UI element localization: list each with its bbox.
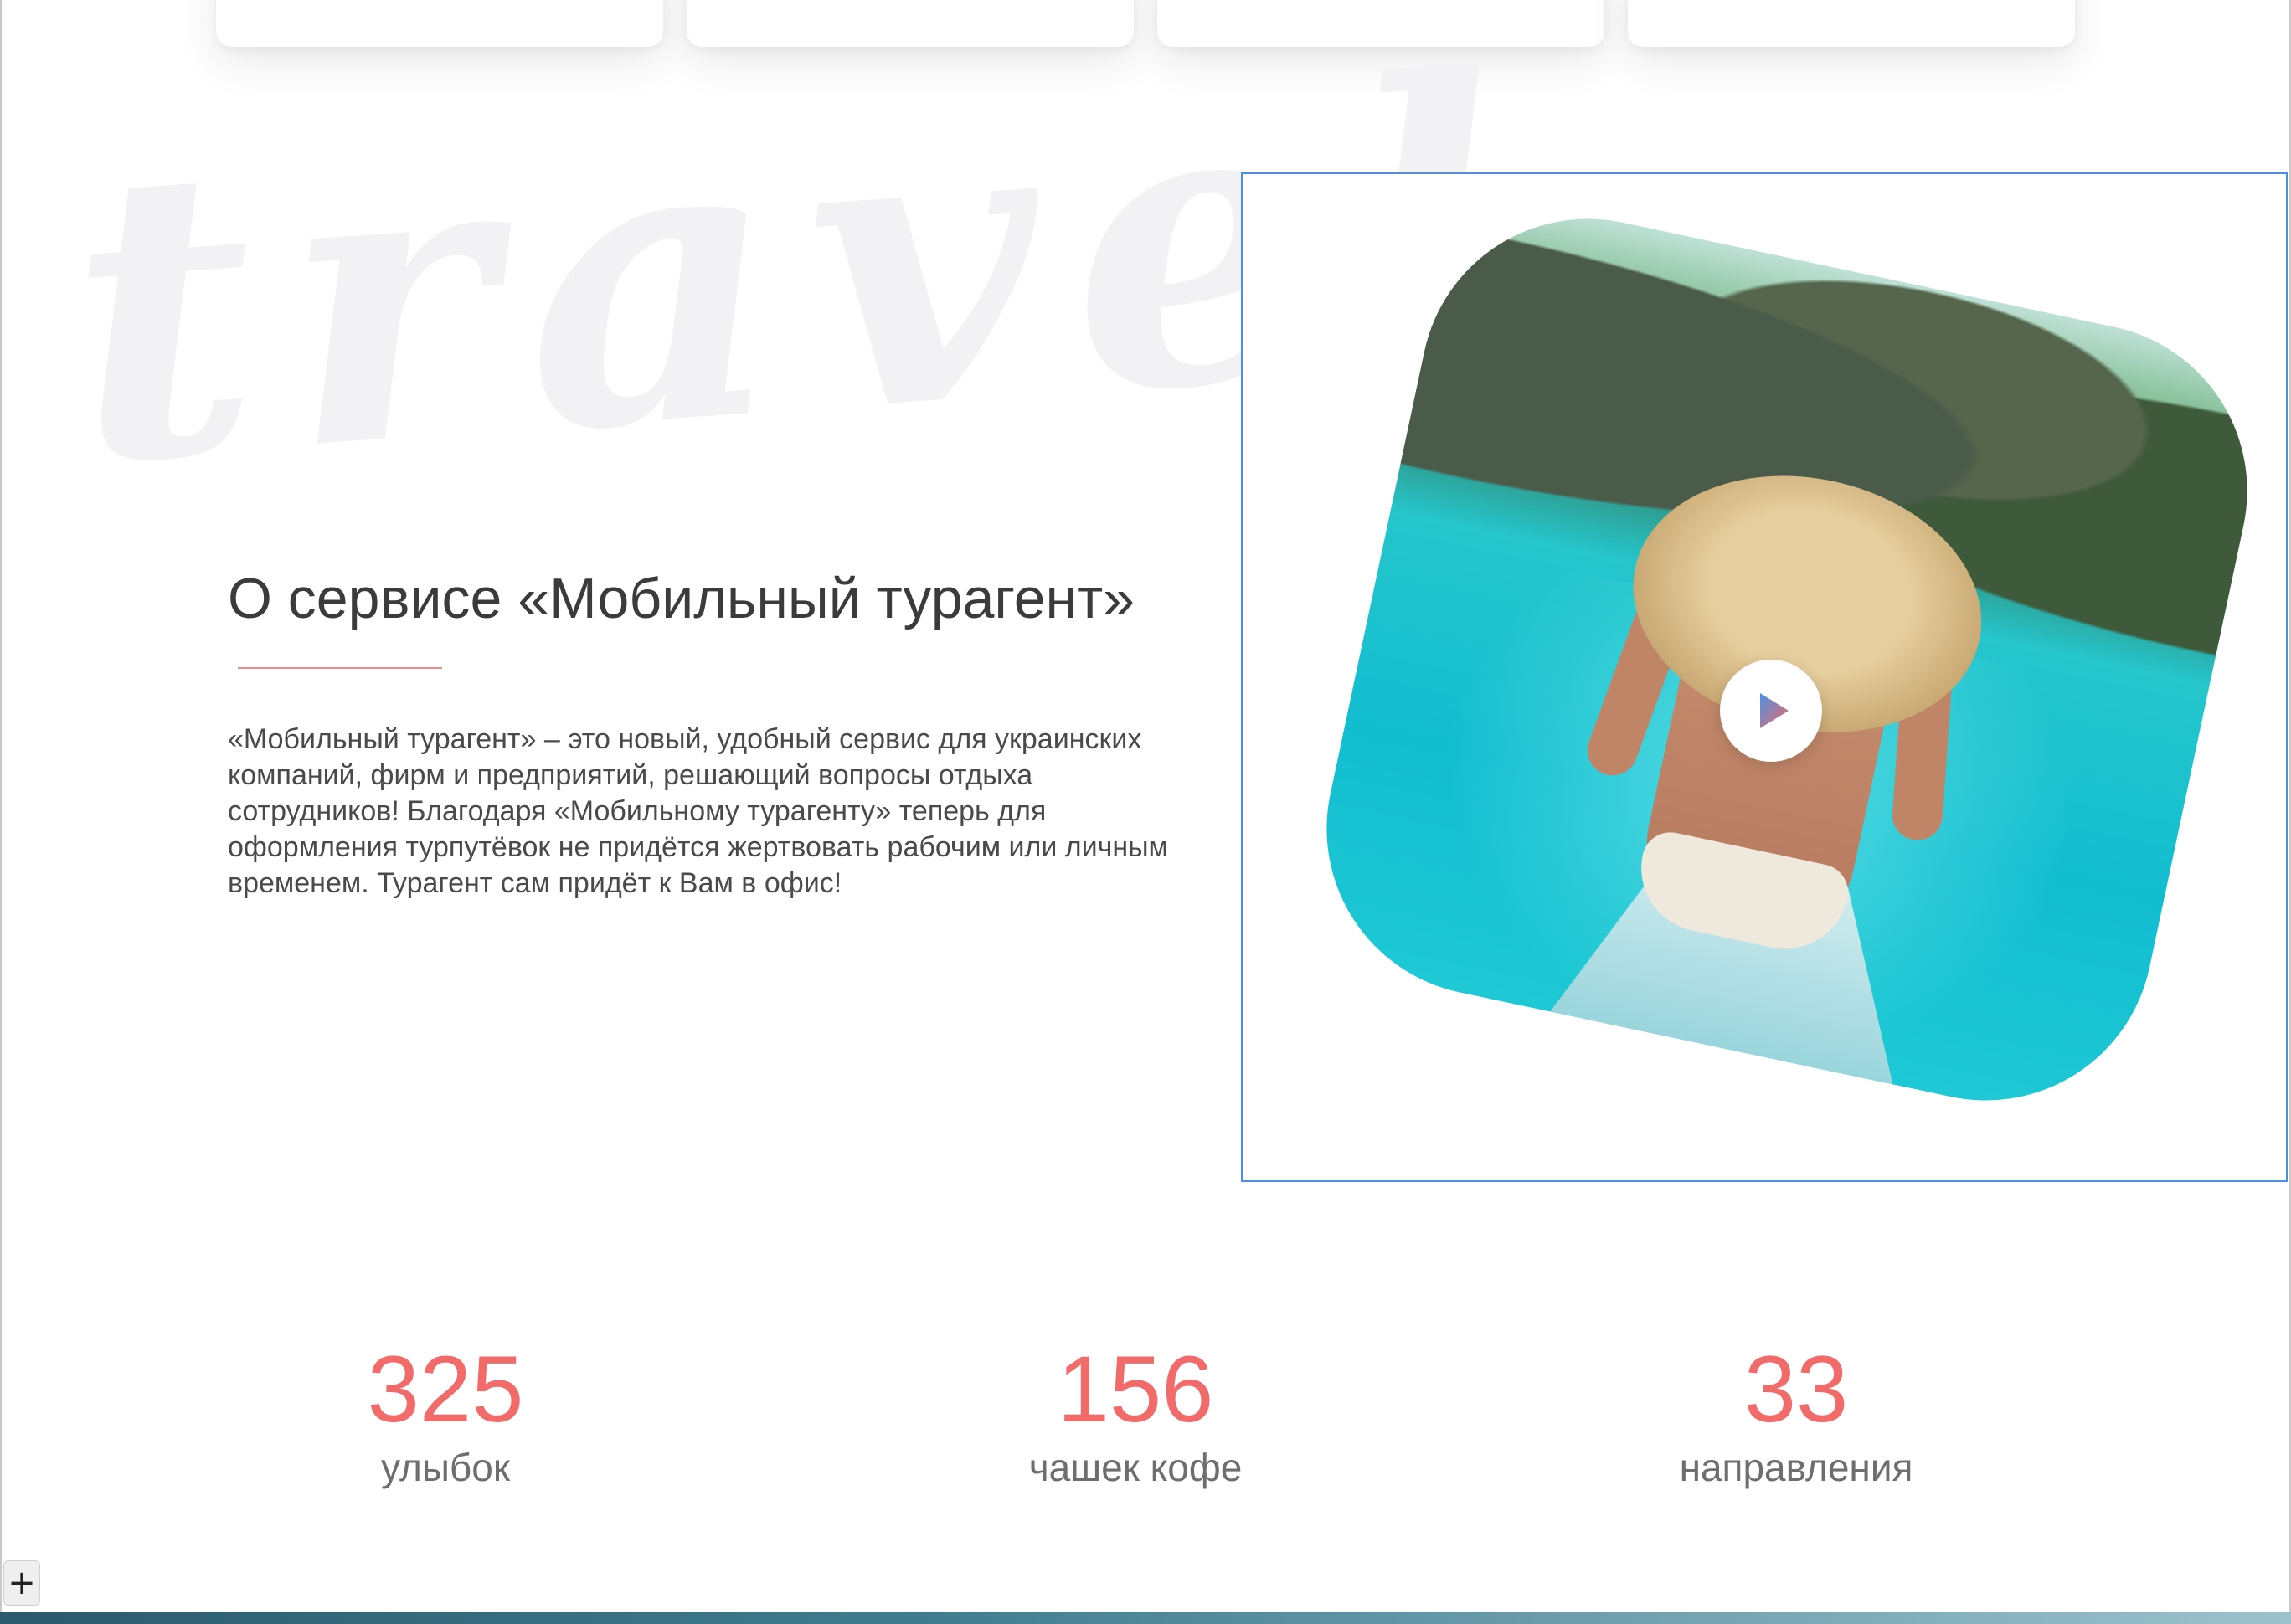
stat-coffee: 156 чашек кофе bbox=[926, 1343, 1345, 1490]
feature-card[interactable] bbox=[216, 0, 663, 47]
stat-value: 156 bbox=[1057, 1337, 1214, 1442]
stat-destinations: 33 направления bbox=[1587, 1343, 2005, 1490]
video-container[interactable] bbox=[1241, 172, 2288, 1182]
play-video-button[interactable] bbox=[1720, 660, 1822, 762]
about-title: О сервисе «Мобильный турагент» bbox=[228, 567, 1135, 630]
next-section-strip bbox=[0, 1612, 2291, 1624]
travel-photo bbox=[1295, 188, 2278, 1132]
stat-smiles: 325 улыбок bbox=[236, 1343, 655, 1490]
stat-label: чашек кофе bbox=[1028, 1446, 1243, 1489]
stat-value: 325 bbox=[367, 1337, 524, 1442]
about-description: «Мобильный турагент» – это новый, удобны… bbox=[228, 723, 1168, 899]
add-button[interactable]: + bbox=[3, 1560, 40, 1606]
feature-card[interactable] bbox=[1628, 0, 2075, 47]
title-underline bbox=[238, 667, 442, 669]
stat-label: направления bbox=[1679, 1446, 1913, 1489]
stat-value: 33 bbox=[1743, 1337, 1849, 1442]
stat-label: улыбок bbox=[381, 1446, 510, 1489]
left-frame-border bbox=[0, 0, 2, 1624]
play-icon bbox=[1760, 693, 1789, 728]
